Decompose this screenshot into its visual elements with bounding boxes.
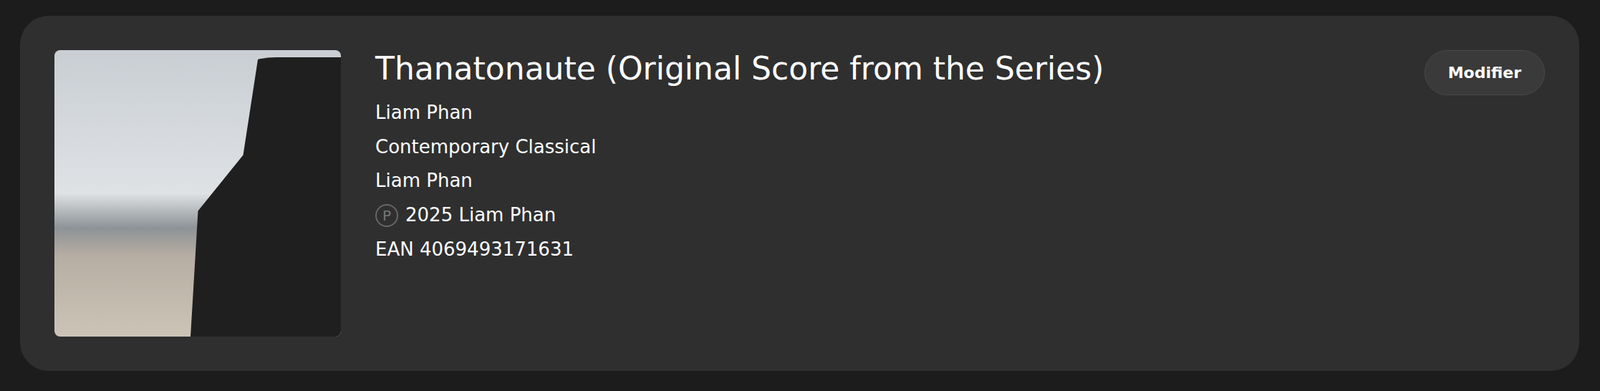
- info-text: Liam Phan: [375, 100, 473, 126]
- info-line: EAN 4069493171631: [375, 237, 1425, 263]
- info-line: Liam Phan: [375, 100, 1425, 126]
- info-text: Liam Phan: [375, 169, 473, 194]
- release-title: Thanatonaute (Original Score from the Se…: [375, 50, 1425, 89]
- info-line: Liam Phan: [375, 169, 1425, 194]
- info-text: EAN 4069493171631: [375, 237, 574, 263]
- info-text: 2025 Liam Phan: [405, 203, 556, 228]
- edit-button[interactable]: Modifier: [1424, 50, 1545, 96]
- info-line: P2025 Liam Phan: [375, 203, 1425, 228]
- info-text: Contemporary Classical: [375, 135, 597, 160]
- release-info: Thanatonaute (Original Score from the Se…: [340, 50, 1425, 273]
- info-line: Contemporary Classical: [375, 135, 1425, 160]
- release-card: Thanatonaute (Original Score from the Se…: [20, 15, 1580, 371]
- cover-image: [54, 50, 341, 337]
- phonogram-icon: P: [375, 204, 399, 228]
